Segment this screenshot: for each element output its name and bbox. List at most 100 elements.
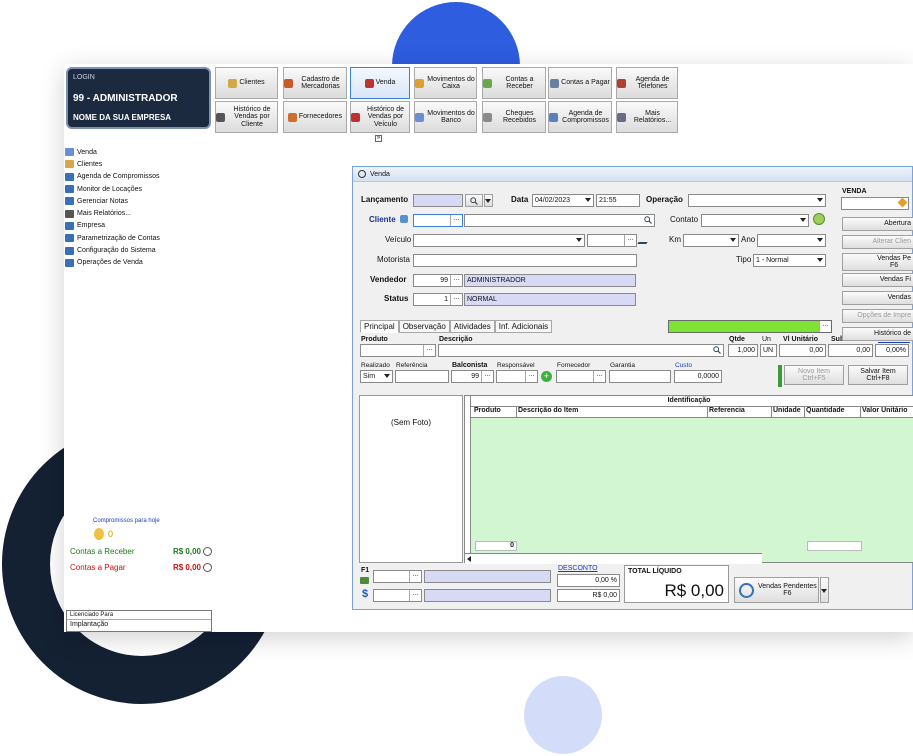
- grid-col-header[interactable]: Produto: [474, 407, 501, 414]
- toolbar-supplier-button[interactable]: Fornecedores: [283, 101, 347, 133]
- contas-pagar[interactable]: Contas a Pagar R$ 0,00: [70, 563, 212, 573]
- sidebar-item-calendar[interactable]: Agenda de Compromissos: [64, 171, 214, 183]
- toolbar-phonebook-button[interactable]: Agenda de Telefones: [616, 67, 678, 99]
- vendedor-code-input[interactable]: 99…: [413, 274, 463, 287]
- tab-0[interactable]: Principal: [360, 320, 399, 333]
- contato-select[interactable]: [701, 214, 809, 227]
- payment-name-input: [424, 589, 551, 602]
- compromissos-count[interactable]: 0: [94, 528, 113, 540]
- custo-input[interactable]: 0,0000: [674, 370, 722, 383]
- refresh-icon[interactable]: [203, 563, 212, 573]
- qtde-input[interactable]: 1,000: [728, 344, 758, 357]
- balconista-input[interactable]: 99…: [451, 370, 494, 383]
- sidebar-item-monitor[interactable]: Monitor de Locações: [64, 183, 214, 195]
- desconto-val-input[interactable]: R$ 0,00: [557, 589, 620, 602]
- grid-col-header[interactable]: Valor Unitário: [862, 407, 908, 414]
- lancamento-dropdown[interactable]: [484, 194, 493, 207]
- tab-1[interactable]: Observação: [398, 320, 450, 333]
- grid-scrollbar[interactable]: [465, 553, 762, 564]
- tab-2[interactable]: Atividades: [449, 320, 495, 333]
- scroll-left-icon[interactable]: [467, 556, 471, 562]
- ano-select[interactable]: [757, 234, 826, 247]
- side-button-0[interactable]: Abertura: [842, 217, 913, 231]
- grid-col-header[interactable]: Quantidade: [806, 407, 845, 414]
- lancamento-input[interactable]: [413, 194, 463, 207]
- grid-col-header[interactable]: Descrição do Item: [518, 407, 578, 414]
- toolbar-sale-button[interactable]: Venda: [350, 67, 410, 99]
- f1-name-input: [424, 570, 551, 583]
- sidebar-item-clients[interactable]: Clientes: [64, 158, 214, 170]
- payment-code-input[interactable]: …: [373, 589, 422, 602]
- side-button-2[interactable]: Vendas Pe F6: [842, 253, 913, 271]
- toolbar-receive-button[interactable]: Contas a Receber: [482, 67, 546, 99]
- search-button[interactable]: [465, 194, 483, 207]
- status-code-input[interactable]: 1…: [413, 293, 463, 306]
- fornecedor-input[interactable]: …: [556, 370, 606, 383]
- sidebar-item-accounts[interactable]: Parametrização de Contas: [64, 232, 214, 244]
- grid-col-header[interactable]: Referencia: [709, 407, 745, 414]
- toolbar-vehicle-button[interactable]: Histórico de Vendas por Veículo: [350, 101, 410, 133]
- sidebar-item-operations[interactable]: Operações de Venda: [64, 257, 214, 269]
- toolbar-cash-button[interactable]: Movimentos do Caixa: [414, 67, 477, 99]
- items-grid[interactable]: Identificação Produto Descrição do Item Re…: [464, 395, 913, 564]
- pencil-icon[interactable]: [897, 198, 908, 208]
- sidebar-item-company[interactable]: Empresa: [64, 220, 214, 232]
- vendas-pendentes-dropdown[interactable]: [820, 577, 829, 603]
- sidebar-item-settings[interactable]: Configuração do Sistema: [64, 244, 214, 256]
- side-button-4[interactable]: Vendas: [842, 291, 913, 305]
- refresh-icon[interactable]: [203, 547, 212, 557]
- motorista-input[interactable]: [413, 254, 637, 267]
- side-button-1[interactable]: Alterar Clien: [842, 235, 913, 249]
- sidebar-item-notes[interactable]: Gerenciar Notas: [64, 195, 214, 207]
- toolbar-box-button[interactable]: Cadastro de Mercadorias: [283, 67, 347, 99]
- veiculo-code-input[interactable]: …: [587, 234, 637, 247]
- add-icon[interactable]: +: [541, 371, 552, 382]
- collapse-toggle-icon[interactable]: »: [375, 135, 382, 142]
- sidebar-item-report[interactable]: Mais Relatórios...: [64, 207, 214, 219]
- desconto-pct-input[interactable]: 0,00 %: [557, 574, 620, 587]
- search-icon[interactable]: [713, 346, 721, 354]
- referencia-input[interactable]: [395, 370, 449, 383]
- side-button-6[interactable]: Histórico de: [842, 327, 913, 341]
- garantia-input[interactable]: [609, 370, 671, 383]
- toolbar-report-button[interactable]: Mais Relatórios...: [616, 101, 678, 133]
- hora-input[interactable]: 21:55: [596, 194, 640, 207]
- vlunit-input[interactable]: 0,00: [779, 344, 826, 357]
- license-value: Implantação: [70, 621, 109, 628]
- speaker-icon[interactable]: [400, 215, 408, 223]
- sidebar-item-sale[interactable]: Venda: [64, 146, 214, 158]
- toolbar-pay-button[interactable]: Contas a Pagar: [548, 67, 612, 99]
- search-icon[interactable]: [644, 216, 652, 224]
- grid-col-header[interactable]: Unidade: [773, 407, 801, 414]
- operacao-select[interactable]: [688, 194, 826, 207]
- side-button-5[interactable]: Opções de Impre: [842, 309, 913, 323]
- vendas-pendentes-button[interactable]: Vendas Pendentes F6: [734, 577, 819, 603]
- toolbar-calendar-button[interactable]: Agenda de Compromissos: [548, 101, 612, 133]
- desconto-footer-link[interactable]: DESCONTO: [558, 565, 598, 572]
- desconto-input[interactable]: 0,00%: [875, 344, 909, 357]
- descricao-input[interactable]: [438, 344, 724, 357]
- side-input[interactable]: [841, 197, 909, 210]
- toolbar-history-button[interactable]: Histórico de Vendas por Cliente: [215, 101, 278, 133]
- novo-item-button[interactable]: Novo Item Ctrl+F5: [784, 365, 844, 385]
- side-button-3[interactable]: Vendas Fi: [842, 273, 913, 287]
- f1-code-input[interactable]: …: [373, 570, 422, 583]
- toolbar-check-button[interactable]: Cheques Recebidos: [482, 101, 546, 133]
- edit-icon[interactable]: [637, 235, 652, 244]
- tipo-select[interactable]: 1 - Normal: [753, 254, 826, 267]
- un-input[interactable]: UN: [760, 344, 777, 357]
- contas-receber[interactable]: Contas a Receber R$ 0,00: [70, 547, 212, 557]
- km-select[interactable]: [683, 234, 739, 247]
- realizado-select[interactable]: Sim: [360, 370, 393, 383]
- data-input[interactable]: 04/02/2023: [532, 194, 594, 207]
- toolbar-bank-button[interactable]: Movimentos do Banco: [414, 101, 477, 133]
- cliente-code-input[interactable]: …: [413, 214, 463, 227]
- salvar-item-button[interactable]: Salvar Item Ctrl+F8: [848, 365, 908, 385]
- produto-input[interactable]: …: [360, 344, 436, 357]
- veiculo-select[interactable]: [413, 234, 585, 247]
- responsavel-input[interactable]: …: [496, 370, 538, 383]
- tab-3[interactable]: Inf. Adicionais: [494, 320, 553, 333]
- cliente-name-input[interactable]: [464, 214, 655, 227]
- add-contact-icon[interactable]: [813, 213, 825, 225]
- toolbar-clients-button[interactable]: Clientes: [215, 67, 278, 99]
